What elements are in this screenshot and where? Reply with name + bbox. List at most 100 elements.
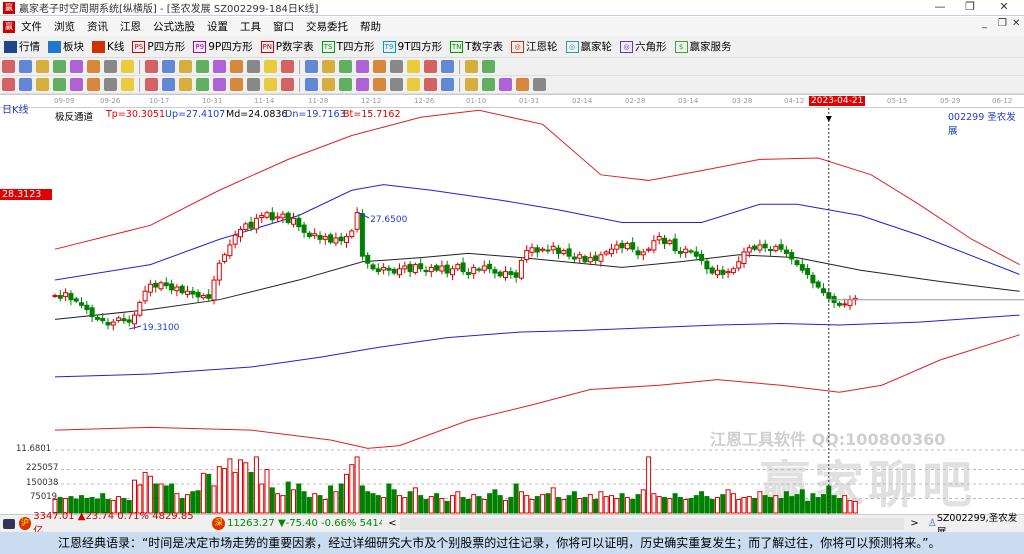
toolbar-button[interactable]: P9 9P四方形 [193,39,253,54]
fib-icon[interactable] [70,78,83,91]
hand-icon[interactable] [322,60,335,73]
menu-item[interactable]: 文件 [21,21,42,33]
first-icon[interactable] [145,60,158,73]
lines-icon[interactable] [19,78,32,91]
fan-icon[interactable] [356,78,369,91]
cycle-icon[interactable] [87,78,100,91]
volume-bar [566,495,572,514]
toolbar-button[interactable]: ◎ 江恩轮 [511,39,558,54]
diamond-down-icon[interactable] [230,60,243,73]
frame-icon[interactable] [339,78,352,91]
calculator-icon[interactable] [424,60,437,73]
formula-icon[interactable] [373,60,386,73]
crosshair-icon[interactable] [339,60,352,73]
menu-item[interactable]: 设置 [207,21,228,33]
mdi-minimize-button[interactable]: _ [982,18,987,29]
right-icon[interactable] [196,60,209,73]
volume-bar [365,491,371,514]
menu-item[interactable]: 浏览 [54,21,75,33]
volume-bar [768,497,773,514]
bars-icon[interactable] [53,60,66,73]
toolbar-button[interactable]: PN P数字表 [260,39,314,54]
draw-icon[interactable] [104,60,117,73]
red-price-icon[interactable] [281,78,294,91]
candle-body [375,268,381,273]
trend-icon[interactable] [356,60,369,73]
toolbar-button[interactable]: $ 赢家服务 [674,39,732,54]
volume-bar [232,471,238,514]
list-icon[interactable] [36,60,49,73]
menu-item[interactable]: 资讯 [87,21,108,33]
box-icon[interactable] [230,78,243,91]
toolbar-button[interactable]: T9 9T四方形 [382,39,442,54]
diamond-in-icon[interactable] [281,60,294,73]
scroll-left-button[interactable]: < [388,518,400,529]
menu-item[interactable]: 窗口 [273,21,294,33]
toolbar-button[interactable]: ◎ 赢家轮 [565,39,612,54]
layout-icon[interactable] [499,78,512,91]
grid-icon[interactable] [305,78,318,91]
wave-icon[interactable] [424,78,437,91]
arc-icon[interactable] [104,78,117,91]
status-scrollbar[interactable] [399,517,905,530]
star-icon[interactable] [213,78,226,91]
line-icon[interactable] [247,78,260,91]
diamond-right-icon[interactable] [264,60,277,73]
square-icon[interactable] [162,78,175,91]
parallel-icon[interactable] [145,78,158,91]
target-icon[interactable] [196,78,209,91]
menu-item[interactable]: 公式选股 [153,21,195,33]
diamond-out-icon[interactable] [305,60,318,73]
left-icon[interactable] [179,60,192,73]
toolbar-button[interactable]: ◎ 六角形 [620,39,667,54]
print-icon[interactable] [482,60,495,73]
menu-item[interactable]: 交易委托 [306,21,348,33]
infinity-icon[interactable] [533,78,546,91]
chart-icon[interactable] [121,60,134,73]
stock-icon[interactable] [390,60,403,73]
toolbar-button[interactable]: 行情 [4,39,40,54]
net-icon[interactable] [441,78,454,91]
toolbar-button[interactable]: TS T四方形 [321,39,375,54]
pen-icon[interactable] [87,60,100,73]
gann2-icon[interactable] [53,78,66,91]
close-button[interactable]: ✕ [984,0,1024,16]
circle-icon[interactable] [121,78,134,91]
mdi-restore-button[interactable]: ❐ [998,18,1007,29]
menu-item[interactable]: 江恩 [120,21,141,33]
notes-icon[interactable] [441,60,454,73]
menu-item[interactable]: 帮助 [360,21,381,33]
angle2-icon[interactable] [407,78,420,91]
save-icon[interactable] [465,60,478,73]
volume-bar [662,497,667,514]
calendar-icon[interactable] [407,60,420,73]
diamond-up-icon[interactable] [213,60,226,73]
scroll-right-button[interactable]: > [910,518,922,529]
red-time-icon[interactable] [264,78,277,91]
mdi-close-button[interactable]: ✕ [1012,18,1020,29]
eraser-icon[interactable] [2,78,15,91]
toolbar-button[interactable]: TN T数字表 [450,39,503,54]
zoom-icon[interactable] [19,60,32,73]
bars2-icon[interactable] [70,60,83,73]
split-icon[interactable] [322,78,335,91]
angle-icon[interactable] [179,78,192,91]
toolbar-button[interactable]: PS P四方形 [132,39,185,54]
volume-bar [370,493,376,514]
menu-item[interactable]: 工具 [240,21,261,33]
calculator-icon[interactable] [3,518,15,529]
toolbar-button[interactable]: 板块 [48,39,84,54]
net2-icon[interactable] [465,78,478,91]
kline-chart[interactable]: 2023-04-21 09-09 09-26 10-17 10-31 11-14 11-2… [0,94,1024,514]
toolbar-button[interactable]: K线 [92,39,124,54]
fan2-icon[interactable] [373,78,386,91]
period-icon[interactable] [2,60,15,73]
candle-body [174,286,180,292]
chart-canvas: 27.6500 19.3100 [52,108,1024,514]
gann-icon[interactable] [36,78,49,91]
lines2-icon[interactable] [482,78,495,91]
diamond-left-icon[interactable] [247,60,260,73]
color-icon[interactable] [516,78,529,91]
last-icon[interactable] [162,60,175,73]
fan3-icon[interactable] [390,78,403,91]
